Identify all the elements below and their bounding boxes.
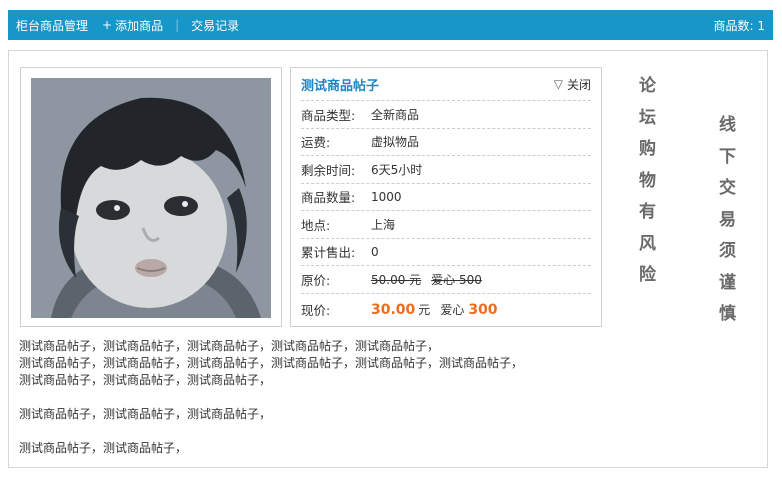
current-price-value: 30.00 [371,301,416,318]
row-current-price: 现价: 30.00 元 爱心 300 [301,294,591,326]
nav-counter-management[interactable]: 柜台商品管理 [16,17,88,34]
description-line: 测试商品帖子，测试商品帖子，测试商品帖子，测试商品帖子，测试商品帖子， [19,339,440,353]
warning-char: 论 [639,76,656,96]
product-count: 商品数: 1 [713,18,766,33]
child-portrait-image [31,78,271,318]
current-love-label: 爱心 [440,303,465,317]
warning-char: 下 [719,146,736,167]
row-original-price: 原价: 50.00 元 爱心 500 [301,266,591,294]
quantity-value: 1000 [371,189,402,204]
warning-char: 易 [719,209,736,230]
warning-char: 线 [719,115,736,135]
original-love-value: 爱心 500 [431,272,482,287]
original-price-label: 原价: [301,272,331,288]
row-shipping: 运费: 虚拟物品 [301,129,591,156]
warning-char: 物 [639,170,656,191]
close-label: 关闭 [566,77,591,92]
warning-char: 坛 [639,107,656,128]
warning-char: 交 [719,178,736,198]
product-photo[interactable] [31,78,271,318]
plus-icon: + [102,18,113,32]
row-quantity: 商品数量: 1000 [301,184,591,211]
current-price-label: 现价: [301,303,331,318]
current-love-value: 300 [468,301,498,318]
warning-char: 须 [719,241,736,261]
remaining-time-label: 剩余时间: [301,162,356,178]
row-total-sold: 累计售出: 0 [301,239,591,266]
product-panel: 测试商品帖子 ▽ 关闭 商品类型: 全新商品 运费: 虚拟物品 剩余时间: 6天… [8,50,768,468]
description-line: 测试商品帖子，测试商品帖子， [19,441,188,455]
nav-add-product[interactable]: 添加商品 [115,17,163,34]
original-price-value: 50.00 元 [371,272,422,287]
description-line: 测试商品帖子，测试商品帖子，测试商品帖子，测试商品帖子，测试商品帖子，测试商品帖… [19,356,524,370]
product-type-value: 全新商品 [371,107,420,122]
warning-char: 有 [639,202,656,222]
warning-char: 谨 [719,272,736,293]
product-description: 测试商品帖子，测试商品帖子，测试商品帖子，测试商品帖子，测试商品帖子， 测试商品… [19,338,749,457]
nav-links: 柜台商品管理 + 添加商品 | 交易记录 [16,17,239,34]
location-label: 地点: [301,217,331,233]
location-value: 上海 [371,217,396,232]
shipping-label: 运费: [301,135,331,151]
nav-trade-records[interactable]: 交易记录 [191,17,239,34]
warning-char: 慎 [719,304,736,324]
row-product-type: 商品类型: 全新商品 [301,101,591,129]
warning-char: 购 [639,139,656,159]
row-remaining-time: 剩余时间: 6天5小时 [301,156,591,184]
product-title[interactable]: 测试商品帖子 [301,75,379,94]
warning-char: 风 [639,233,656,254]
warning-char: 险 [639,265,656,285]
quantity-label: 商品数量: [301,190,356,206]
product-info-header: 测试商品帖子 ▽ 关闭 [301,68,591,101]
offline-trade-warning-vertical: 线 下 交 易 须 谨 慎 [719,110,736,331]
top-nav-bar: 柜台商品管理 + 添加商品 | 交易记录 商品数: 1 [8,10,773,40]
remaining-time-value: 6天5小时 [371,162,423,177]
nav-separator: | [175,18,180,32]
description-line: 测试商品帖子，测试商品帖子，测试商品帖子， [19,407,272,421]
row-location: 地点: 上海 [301,211,591,239]
triangle-down-icon: ▽ [553,77,563,91]
total-sold-value: 0 [371,244,379,259]
product-type-label: 商品类型: [301,107,356,123]
shipping-value: 虚拟物品 [371,135,420,150]
current-price-unit: 元 [418,303,431,317]
product-info-box: 测试商品帖子 ▽ 关闭 商品类型: 全新商品 运费: 虚拟物品 剩余时间: 6天… [290,67,602,327]
product-photo-frame [20,67,282,327]
description-line: 测试商品帖子，测试商品帖子，测试商品帖子， [19,373,272,387]
total-sold-label: 累计售出: [301,245,356,261]
risk-warning-vertical: 论 坛 购 物 有 风 险 [639,71,656,292]
close-button[interactable]: ▽ 关闭 [554,76,591,93]
